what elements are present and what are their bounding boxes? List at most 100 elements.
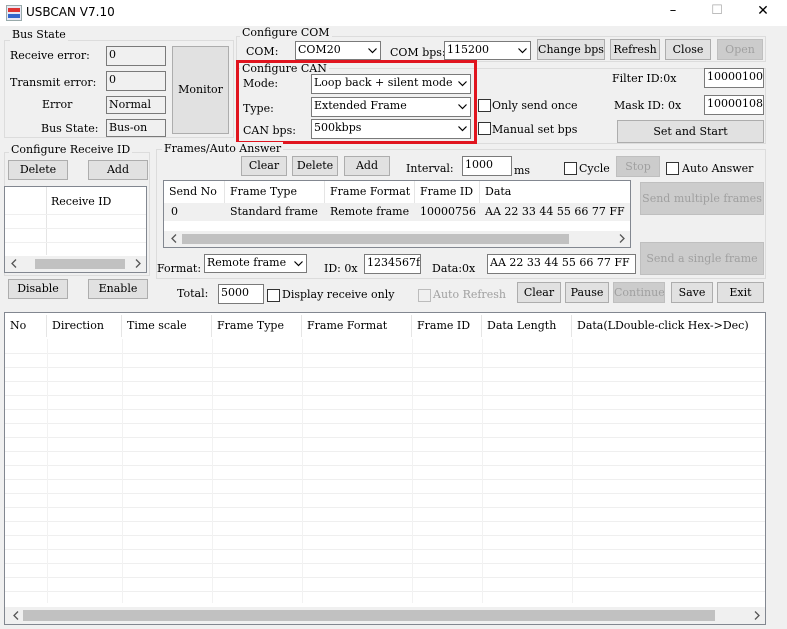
id-input[interactable]: 1234567f [364, 254, 421, 274]
grid-line [5, 451, 765, 452]
frames-add-button[interactable]: Add [344, 156, 390, 176]
grid-line [5, 535, 765, 536]
auto-answer-label: Auto Answer [682, 162, 754, 175]
exit-button[interactable]: Exit [717, 282, 764, 303]
receive-id-scrollbar[interactable] [5, 256, 146, 272]
frames-col-frame-type[interactable]: Frame Type [225, 181, 325, 203]
frames-clear-button[interactable]: Clear [241, 156, 287, 176]
frames-scrollbar[interactable] [164, 231, 630, 247]
com-select[interactable]: COM20 [295, 41, 381, 60]
frames-col-frame-id[interactable]: Frame ID [415, 181, 480, 203]
grid-line [5, 549, 765, 550]
grid-line [302, 339, 303, 603]
mask-id-label: Mask ID: 0x [614, 99, 682, 112]
chevron-down-icon [290, 255, 306, 272]
frames-title: Frames/Auto Answer [162, 142, 284, 155]
total-label: Total: [177, 287, 209, 300]
set-and-start-button[interactable]: Set and Start [617, 120, 764, 143]
receive-col-data[interactable]: Data(LDouble-click Hex->Dec) [572, 315, 765, 337]
arrow-left-icon[interactable] [166, 231, 181, 246]
grid-line [212, 339, 213, 603]
receive-error-label: Receive error: [10, 49, 90, 62]
send-single-frame-button[interactable]: Send a single frame [640, 242, 764, 275]
filter-id-input[interactable]: 10000100 [704, 68, 764, 88]
receive-col-data-length[interactable]: Data Length [482, 315, 572, 337]
interval-input[interactable]: 1000 [462, 156, 512, 176]
close-icon[interactable]: ✕ [748, 3, 778, 19]
grid-line [5, 577, 765, 578]
com-bps-select[interactable]: 115200 [444, 41, 531, 60]
cycle-checkbox[interactable] [564, 162, 577, 175]
arrow-left-icon[interactable] [8, 608, 23, 623]
format-label: Format: [157, 262, 202, 275]
data-input[interactable]: AA 22 33 44 55 66 77 FF [487, 254, 636, 274]
auto-answer-checkbox[interactable] [666, 162, 679, 175]
bus-state-value: Bus-on [106, 119, 166, 137]
receive-col-time-scale[interactable]: Time scale [122, 315, 212, 337]
transmit-error-label: Transmit error: [10, 76, 97, 89]
receive-scrollbar[interactable] [5, 607, 765, 624]
display-receive-only-label: Display receive only [282, 288, 395, 301]
save-button[interactable]: Save [671, 282, 713, 303]
data-label: Data:0x [432, 262, 476, 275]
receive-id-column-header: Receive ID [51, 195, 112, 208]
receive-col-direction[interactable]: Direction [47, 315, 122, 337]
manual-set-bps-checkbox[interactable] [478, 122, 491, 135]
receive-col-frame-type[interactable]: Frame Type [212, 315, 302, 337]
grid-line [5, 423, 765, 424]
display-receive-only-checkbox[interactable] [267, 289, 280, 302]
total-input[interactable]: 5000 [218, 284, 264, 304]
chevron-down-icon [364, 42, 380, 59]
receive-col-no[interactable]: No [5, 315, 47, 337]
minimize-icon[interactable]: – [658, 3, 688, 18]
receive-table[interactable]: No Direction Time scale Frame Type Frame… [4, 312, 766, 625]
maximize-icon[interactable]: ☐ [702, 3, 732, 18]
grid-line [5, 591, 765, 592]
grid-line [5, 493, 765, 494]
close-button[interactable]: Close [665, 39, 711, 60]
monitor-button[interactable]: Monitor [172, 46, 229, 134]
arrow-right-icon[interactable] [130, 256, 145, 271]
receive-id-delete-button[interactable]: Delete [8, 160, 68, 180]
format-select[interactable]: Remote frame [204, 254, 307, 273]
receive-col-frame-id[interactable]: Frame ID [412, 315, 482, 337]
can-settings-highlight [236, 60, 477, 144]
receive-id-title: Configure Receive ID [9, 143, 133, 156]
continue-button[interactable]: Continue [613, 282, 665, 303]
frames-table[interactable]: Send No Frame Type Frame Format Frame ID… [163, 180, 631, 248]
refresh-button[interactable]: Refresh [610, 39, 660, 60]
grid-line [572, 339, 573, 603]
disable-button[interactable]: Disable [8, 279, 68, 299]
error-label: Error [42, 98, 73, 111]
manual-set-bps-label: Manual set bps [492, 123, 578, 136]
receive-id-list[interactable]: Receive ID [4, 186, 147, 273]
arrow-right-icon[interactable] [749, 608, 764, 623]
change-bps-button[interactable]: Change bps [537, 39, 605, 60]
pause-button[interactable]: Pause [565, 282, 609, 303]
frames-col-data[interactable]: Data [480, 181, 630, 203]
mask-id-input[interactable]: 10000108 [704, 95, 764, 115]
receive-col-frame-format[interactable]: Frame Format [302, 315, 412, 337]
id-label: ID: 0x [324, 262, 358, 275]
table-row[interactable]: 0 Standard frame Remote frame 10000756 A… [164, 203, 630, 221]
enable-button[interactable]: Enable [88, 279, 148, 299]
arrow-right-icon[interactable] [614, 231, 629, 246]
auto-refresh-checkbox[interactable] [418, 289, 431, 302]
grid-line [122, 339, 123, 603]
open-button[interactable]: Open [717, 39, 763, 60]
stop-button[interactable]: Stop [616, 156, 660, 177]
arrow-left-icon[interactable] [6, 256, 21, 271]
grid-line [5, 437, 765, 438]
send-multiple-frames-button[interactable]: Send multiple frames [640, 182, 764, 215]
row-send-no: 0 [171, 205, 178, 218]
grid-line [5, 367, 765, 368]
grid-line [5, 479, 765, 480]
receive-clear-button[interactable]: Clear [517, 282, 561, 303]
receive-id-add-button[interactable]: Add [88, 160, 148, 180]
frames-col-frame-format[interactable]: Frame Format [325, 181, 415, 203]
grid-line [5, 395, 765, 396]
only-send-once-checkbox[interactable] [478, 99, 491, 112]
receive-error-value: 0 [106, 46, 166, 66]
frames-col-send-no[interactable]: Send No [164, 181, 225, 203]
frames-delete-button[interactable]: Delete [292, 156, 338, 176]
